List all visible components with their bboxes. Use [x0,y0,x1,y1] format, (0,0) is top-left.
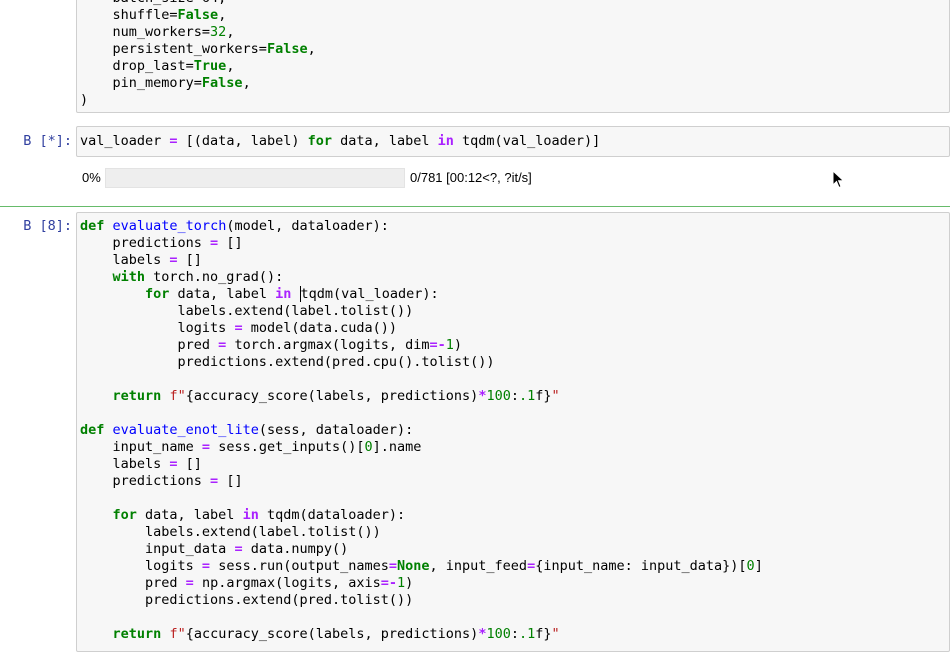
code-cell-selected-source[interactable]: def evaluate_torch(model, dataloader): p… [80,218,763,643]
selected-cell-border [0,206,950,207]
code-line-close-paren: ) [80,92,89,108]
code-line-drop-last: drop_last=True, [80,58,235,74]
code-line-shuffle: shuffle=False, [80,7,227,23]
mouse-pointer-icon [832,170,845,189]
code-line-num-workers: num_workers=32, [80,24,235,40]
code-line-persistent-workers: persistent_workers=False, [80,41,316,57]
progress-percent-label: 0% [82,170,101,185]
code-cell-top-source[interactable]: batch_size=64, shuffle=False, num_worker… [80,0,316,109]
cell-prompt-running: В [*]: [23,133,72,149]
progress-bar [105,168,405,188]
text-cursor: tqdm [299,286,334,302]
code-cell-running-source[interactable]: val_loader = [(data, label) for data, la… [80,133,600,150]
code-line-pin-memory: pin_memory=False, [80,75,251,91]
cell-prompt-selected: В [8]: [23,218,72,234]
progress-info-text: 0/781 [00:12<?, ?it/s] [410,170,532,185]
